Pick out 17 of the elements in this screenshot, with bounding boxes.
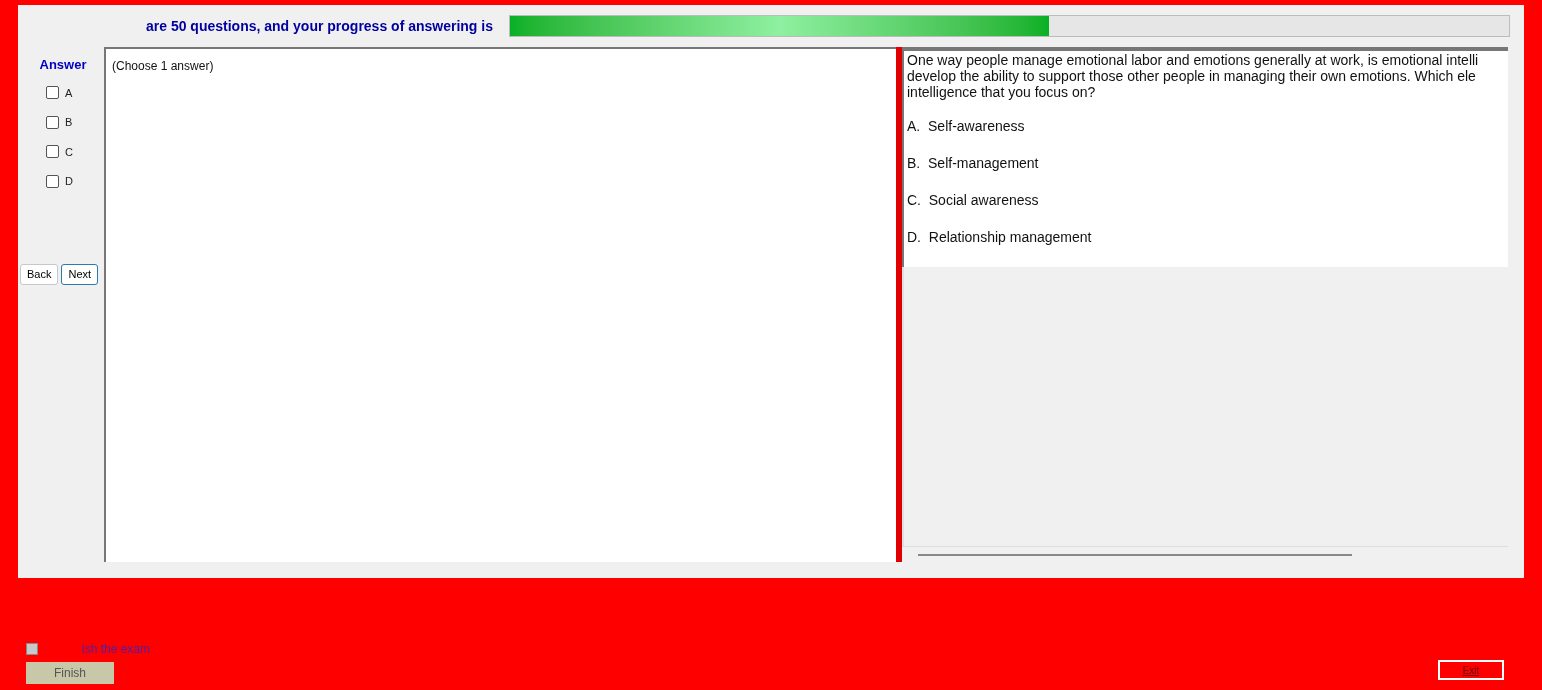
choice-text: C. Social awareness: [907, 191, 1040, 210]
finish-button[interactable]: Finish: [26, 662, 114, 684]
question-text: One way people manage emotional labor and emotions generally at work, is emotional intelli develop the ability to support those other people in managing their own emotions. Which ele intelligence that you focus on?: [907, 52, 1480, 100]
nav-button[interactable]: Back: [20, 263, 59, 285]
answer-checkbox[interactable]: D: [46, 173, 104, 190]
answer-checkbox[interactable]: B: [46, 114, 104, 131]
choice-text: A. Self-awareness: [907, 117, 1026, 136]
answer-title: Answer: [38, 56, 88, 74]
answer-hint: (Choose 1 answer): [112, 59, 214, 73]
choice-text: B. Self-management: [907, 154, 1040, 173]
answer-checkbox[interactable]: A: [46, 84, 104, 101]
scrollbar-thumb[interactable]: [918, 553, 1352, 556]
answer-area[interactable]: (Choose 1 answer): [104, 47, 896, 562]
choice-text: D. Relationship management: [907, 228, 1093, 247]
answer-checkbox[interactable]: C: [46, 143, 104, 160]
progress-caption: are 50 questions, and your progress of answering is: [146, 16, 493, 36]
nav-button[interactable]: Next: [61, 263, 99, 285]
